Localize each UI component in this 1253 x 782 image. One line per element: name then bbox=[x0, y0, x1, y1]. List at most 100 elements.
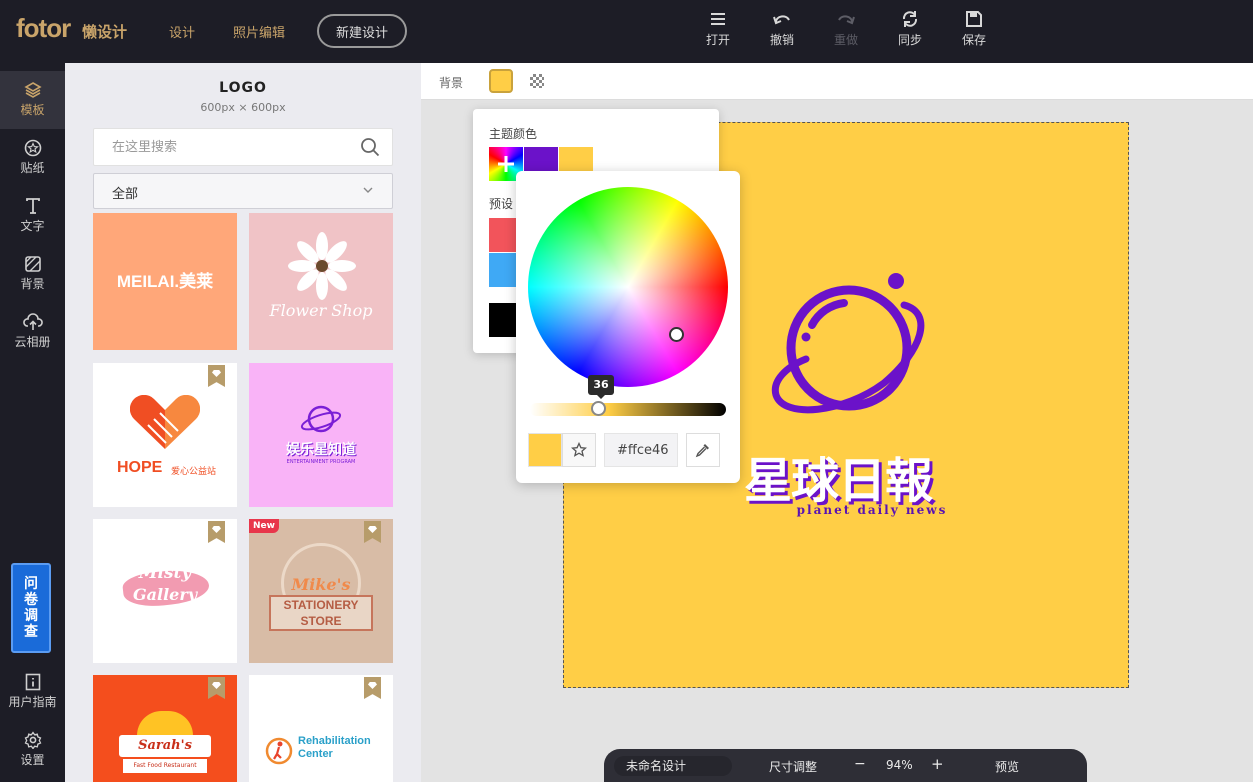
template-flower-shop-text: Flower Shop bbox=[269, 301, 373, 320]
save-label: 保存 bbox=[961, 33, 986, 47]
template-rehab[interactable]: Rehabilitation Center bbox=[249, 675, 393, 782]
survey-char-2: 卷 bbox=[24, 592, 38, 608]
new-design-button[interactable]: 新建设计 bbox=[317, 14, 407, 48]
template-mikes-stationery[interactable]: New Mike's STATIONERY STORE bbox=[249, 519, 393, 663]
sidebar-label-stickers: 贴纸 bbox=[20, 161, 45, 175]
design-name-field[interactable]: 未命名设计 bbox=[614, 756, 732, 776]
redo-label: 重做 bbox=[833, 33, 858, 47]
premium-icon bbox=[364, 521, 381, 543]
left-sidebar: 模板 贴纸 文字 背景 云相册 问 卷 调 查 用户指南 设置 bbox=[0, 63, 65, 782]
nav-design[interactable]: 设计 bbox=[169, 22, 195, 41]
sidebar-label-background: 背景 bbox=[20, 277, 45, 291]
search-box bbox=[93, 128, 393, 166]
template-hope[interactable]: HOPE 爱心公益站 bbox=[93, 363, 237, 507]
sidebar-label-cloud-album: 云相册 bbox=[14, 335, 51, 349]
sync-button[interactable]: 同步 bbox=[885, 10, 935, 48]
search-input[interactable] bbox=[94, 129, 334, 165]
color-wheel[interactable] bbox=[528, 187, 728, 387]
brand-logo[interactable]: fotor bbox=[16, 13, 71, 44]
sidebar-item-guide[interactable]: 用户指南 bbox=[0, 663, 65, 721]
chevron-down-icon bbox=[363, 187, 373, 193]
survey-char-3: 调 bbox=[24, 608, 38, 624]
survey-char-4: 查 bbox=[24, 624, 38, 640]
sidebar-item-stickers[interactable]: 贴纸 bbox=[0, 129, 65, 187]
layers-icon bbox=[23, 82, 42, 98]
save-button[interactable]: 保存 bbox=[949, 10, 999, 48]
template-mikes-plaque: STATIONERY STORE bbox=[269, 595, 373, 631]
sidebar-item-text[interactable]: 文字 bbox=[0, 187, 65, 245]
undo-button[interactable]: 撤销 bbox=[757, 10, 807, 48]
category-select[interactable]: 全部 bbox=[93, 173, 393, 209]
template-misty-gallery[interactable]: Misty Gallery bbox=[93, 519, 237, 663]
template-rehab-text: Rehabilitation bbox=[298, 735, 371, 747]
sidebar-label-templates: 模板 bbox=[20, 103, 45, 117]
zoom-level: 94% bbox=[886, 758, 913, 772]
template-mikes-store-text: STORE bbox=[300, 614, 342, 628]
open-button[interactable]: 打开 bbox=[693, 10, 743, 48]
undo-label: 撤销 bbox=[769, 33, 794, 47]
eyedropper-button[interactable] bbox=[686, 433, 720, 467]
template-flower-shop[interactable]: Flower Shop bbox=[249, 213, 393, 350]
brand-sub[interactable]: 懒设计 bbox=[82, 21, 127, 42]
gear-icon bbox=[24, 731, 41, 749]
open-label: 打开 bbox=[705, 33, 730, 47]
premium-icon bbox=[208, 365, 225, 387]
template-mikes-text: Mike's bbox=[291, 575, 351, 594]
resize-button[interactable]: 尺寸调整 bbox=[769, 758, 817, 775]
sidebar-item-templates[interactable]: 模板 bbox=[0, 71, 65, 129]
hex-input[interactable] bbox=[604, 433, 678, 467]
sync-label: 同步 bbox=[897, 33, 922, 47]
logo-chinese-text[interactable]: 星球日報 bbox=[744, 441, 933, 511]
daisy-icon bbox=[288, 232, 356, 300]
zoom-out-button[interactable]: − bbox=[854, 756, 866, 772]
redo-button[interactable]: 重做 bbox=[821, 10, 871, 48]
sidebar-item-settings[interactable]: 设置 bbox=[0, 721, 65, 779]
planet-logo-icon[interactable] bbox=[764, 263, 944, 423]
sidebar-item-background[interactable]: 背景 bbox=[0, 245, 65, 303]
menu-icon bbox=[711, 13, 725, 25]
sidebar-label-guide: 用户指南 bbox=[8, 695, 57, 709]
bottom-bar: 未命名设计 尺寸调整 − 94% + 预览 bbox=[604, 749, 1087, 782]
person-icon bbox=[265, 737, 293, 765]
logo-english-text[interactable]: planet daily news bbox=[564, 503, 1130, 517]
zoom-in-button[interactable]: + bbox=[931, 755, 944, 773]
save-icon bbox=[966, 11, 982, 27]
top-bar: fotor 懒设计 设计 照片编辑 新建设计 打开 撤销 重做 同步 保存 bbox=[0, 0, 1253, 63]
background-color-button[interactable] bbox=[489, 69, 513, 93]
template-meilai-text: MEILAI.美莱 bbox=[116, 272, 214, 291]
sidebar-item-cloud-album[interactable]: 云相册 bbox=[0, 303, 65, 361]
info-icon bbox=[25, 673, 40, 691]
search-icon[interactable] bbox=[360, 137, 380, 161]
sync-icon bbox=[902, 11, 918, 27]
background-icon bbox=[24, 256, 41, 272]
template-sarahs[interactable]: Sarah's Fast Food Restaurant bbox=[93, 675, 237, 782]
heart-hands-icon bbox=[130, 395, 200, 449]
template-sarahs-text: Sarah's bbox=[119, 735, 211, 757]
transparent-icon[interactable] bbox=[530, 74, 544, 88]
sidebar-label-text: 文字 bbox=[20, 219, 45, 233]
premium-icon bbox=[208, 677, 225, 699]
new-badge: New bbox=[249, 519, 279, 533]
preview-button[interactable]: 预览 bbox=[995, 758, 1019, 775]
template-rehab-subtext: Center bbox=[298, 748, 333, 760]
undo-icon bbox=[773, 15, 790, 25]
template-mikes-stationery-text: STATIONERY bbox=[283, 598, 359, 612]
premium-icon bbox=[364, 677, 381, 699]
nav-photo-edit[interactable]: 照片编辑 bbox=[233, 22, 285, 41]
color-wheel-handle[interactable] bbox=[669, 327, 684, 342]
panel-size: 600px × 600px bbox=[200, 101, 286, 114]
template-planet-purple[interactable]: 娱乐星知道 ENTERTAINMENT PROGRAM bbox=[249, 363, 393, 507]
premium-icon bbox=[208, 521, 225, 543]
redo-icon bbox=[838, 15, 855, 25]
template-gallery-text: Gallery bbox=[132, 585, 198, 604]
survey-button[interactable]: 问 卷 调 查 bbox=[11, 563, 51, 653]
template-meilai[interactable]: MEILAI.美莱 bbox=[93, 213, 237, 350]
favorite-color-button[interactable] bbox=[562, 433, 596, 467]
template-sarahs-subtext: Fast Food Restaurant bbox=[123, 759, 207, 773]
brightness-slider-handle[interactable] bbox=[591, 401, 606, 416]
panel-title: LOGO bbox=[219, 80, 267, 96]
preset-colors-label: 预设 bbox=[489, 197, 514, 211]
eyedropper-icon bbox=[695, 444, 709, 458]
color-picker: 36 bbox=[516, 171, 740, 483]
brightness-slider[interactable] bbox=[530, 403, 726, 416]
